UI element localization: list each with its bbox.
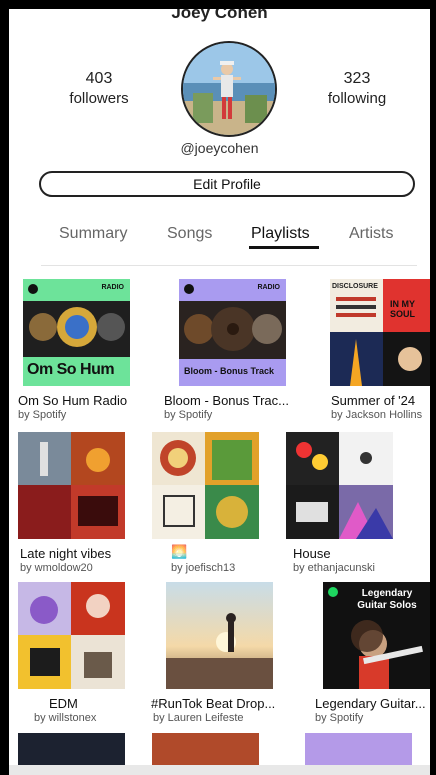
followers-label: followers [69, 90, 129, 107]
tabs-divider [41, 265, 417, 266]
following-label: following [327, 90, 387, 107]
cover-title: Om So Hum [27, 361, 115, 378]
playlist-owner: by Spotify [315, 712, 364, 724]
cover-text: DISCLOSURE [332, 283, 378, 290]
profile-name: Joey Cohen [171, 9, 268, 22]
playlist-owner: by ethanjacunski [293, 562, 375, 574]
playlist-cover [152, 432, 259, 539]
tab-summary[interactable]: Summary [59, 225, 127, 243]
active-tab-indicator [249, 246, 319, 249]
playlist-tile-partial[interactable] [305, 733, 412, 765]
edit-profile-button[interactable]: Edit Profile [39, 171, 415, 197]
playlist-cover [18, 582, 125, 689]
playlist-cover: RADIO Om So Hum [23, 279, 130, 386]
cover-title: Legendary Guitar Solos [357, 588, 417, 611]
playlist-owner: by joefisch13 [171, 562, 236, 574]
profile-screen: Joey Cohen 403 followers 323 following @… [9, 9, 430, 775]
avatar[interactable] [181, 41, 277, 137]
bottom-nav-bar [9, 765, 430, 775]
playlist-owner: by Lauren Leifeste [153, 712, 244, 724]
tab-artists[interactable]: Artists [349, 225, 393, 243]
profile-tabs: Summary Songs Playlists Artists [9, 223, 430, 253]
playlist-owner: by Jackson Hollins [331, 409, 423, 421]
playlist-cover [18, 432, 125, 539]
tab-playlists[interactable]: Playlists [251, 225, 310, 243]
playlist-title: Om So Hum Radio [18, 393, 128, 408]
playlist-owner: by wmoldow20 [20, 562, 93, 574]
playlist-cover: RADIO Bloom - Bonus Track [179, 279, 286, 386]
cover-title: Bloom - Bonus Track [184, 366, 275, 376]
profile-handle: @joeycohen [180, 140, 259, 156]
playlist-cover [166, 582, 273, 689]
playlist-cover [286, 432, 393, 539]
following-stat[interactable]: 323 following [297, 69, 417, 109]
playlist-title: EDM [49, 696, 78, 711]
playlist-tile-partial[interactable] [18, 733, 125, 765]
playlist-cover: DISCLOSURE IN MY SOUL [330, 279, 430, 386]
playlist-title: Summer of '24 [331, 393, 416, 408]
playlist-cover: Legendary Guitar Solos [323, 582, 430, 689]
playlist-title: Bloom - Bonus Trac... [164, 393, 289, 408]
playlist-owner: by Spotify [164, 409, 213, 421]
playlist-title: Legendary Guitar... [315, 696, 426, 711]
playlist-owner: by Spotify [18, 409, 67, 421]
followers-stat[interactable]: 403 followers [39, 69, 159, 109]
playlist-owner: by willstonex [34, 712, 97, 724]
playlist-title: #RunTok Beat Drop... [151, 696, 276, 711]
radio-badge: RADIO [257, 284, 280, 291]
radio-badge: RADIO [101, 284, 124, 291]
tab-songs[interactable]: Songs [167, 225, 212, 243]
following-count: 323 [343, 70, 371, 87]
playlist-tile-partial[interactable] [152, 733, 259, 765]
playlist-title: House [293, 546, 331, 561]
followers-count: 403 [85, 70, 113, 87]
playlist-title: 🌅 [171, 544, 188, 559]
playlist-title: Late night vibes [20, 546, 112, 561]
cover-text: IN MY SOUL [390, 299, 416, 319]
